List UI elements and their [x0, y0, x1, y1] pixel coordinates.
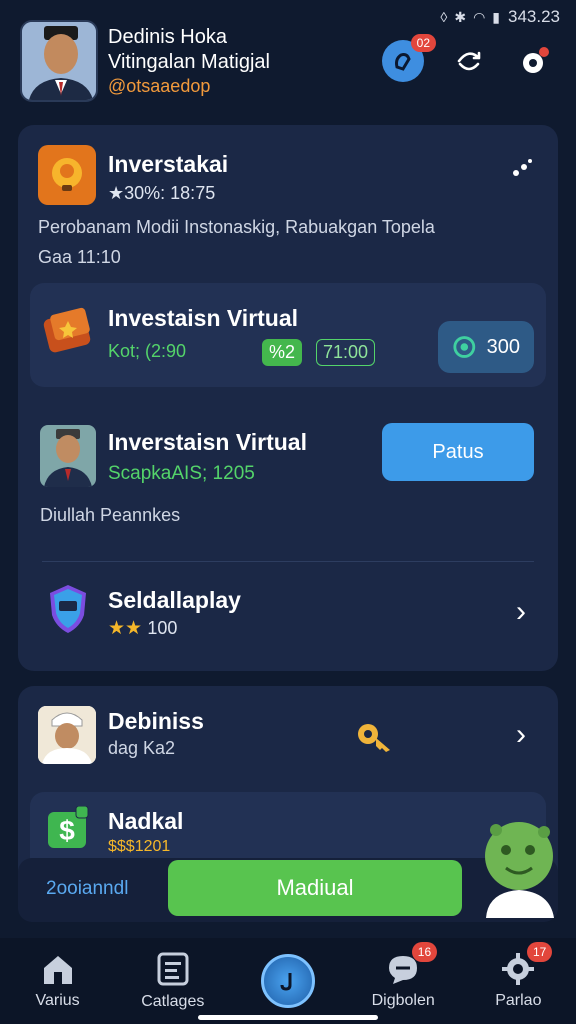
star-rating: ★★ — [108, 618, 143, 639]
investment-row[interactable]: Investaisn Virtual Kot; (2:90 %2 71:00 3… — [30, 283, 546, 387]
row2-sub: $$$1201 — [108, 838, 171, 855]
home-icon — [43, 956, 72, 984]
points-value: 300 — [486, 335, 520, 358]
row1-title: Debiniss — [108, 708, 204, 734]
mascot-icon[interactable] — [476, 812, 562, 923]
investment-title: Investaisn Virtual — [108, 305, 299, 331]
madiual-button[interactable]: Madiual — [168, 860, 462, 916]
notifications-button[interactable]: 02 — [382, 34, 436, 82]
record-button[interactable] — [514, 40, 556, 82]
timer-icon — [453, 336, 476, 358]
bulb-icon — [38, 145, 96, 205]
nav-item-categories[interactable]: Catlages — [125, 951, 221, 1011]
investment-pill-outline: 71:00 — [316, 339, 376, 366]
nav-item-center[interactable] — [240, 954, 336, 1008]
record-icon — [523, 47, 549, 73]
badge-meta: ★★ 100 — [108, 617, 177, 640]
nav-label-home: Varius — [35, 992, 80, 1009]
header-title-line1: Dedinis Hoka — [108, 25, 227, 48]
header-actions: 02 — [382, 34, 556, 82]
card-meta: Gaa 11:10 — [38, 247, 121, 267]
row1-sub: dag Ka2 — [108, 738, 176, 758]
share-icon — [457, 51, 481, 71]
avatar[interactable] — [20, 20, 98, 102]
header-text: Dedinis Hoka Vitingalan Matigjal @otsaae… — [108, 25, 270, 98]
profile-title: Inverstaisn Virtual — [108, 429, 307, 455]
nav-item-settings[interactable]: 17 Parlao — [470, 942, 566, 1010]
badge-title: Seldallaplay — [108, 587, 241, 613]
nav-item-home[interactable]: Varius — [10, 952, 106, 1010]
profile-sub: ScapkaAIS; 1205 — [108, 463, 255, 484]
card-title: Inverstakai — [108, 151, 229, 177]
investment-card: Inverstakai ★30%: 18:75 Perobanam Modii … — [18, 125, 558, 671]
nav-label-messages: Digbolen — [371, 992, 435, 1009]
profile-avatar — [40, 425, 96, 487]
card-rating: ★30%: 18:75 — [108, 183, 216, 203]
nav-badge-settings: 17 — [526, 942, 553, 962]
more-options-icon[interactable] — [510, 155, 536, 186]
center-action-icon — [260, 954, 315, 1008]
nav-item-messages[interactable]: 16 Digbolen — [355, 942, 451, 1010]
wallet-icon — [42, 303, 96, 360]
key-icon — [356, 720, 394, 759]
investment-pill: %2 — [262, 339, 303, 366]
user-handle: @otsaaedop — [108, 75, 211, 96]
patus-button[interactable]: Patus — [382, 423, 534, 481]
clipboard-icon — [157, 952, 189, 986]
header-title-line2: Vitingalan Matigjal — [108, 50, 270, 73]
share-button[interactable] — [448, 40, 490, 82]
profile-header: Dedinis Hoka Vitingalan Matigjal @otsaae… — [20, 18, 556, 104]
notification-badge: 02 — [410, 34, 436, 52]
chevron-right-icon[interactable]: › — [516, 595, 526, 629]
investment-sub: Kot; (2:90 — [108, 341, 187, 361]
bottom-left-label[interactable]: 2ooianndl — [46, 878, 128, 900]
row1-chevron-icon[interactable]: › — [516, 718, 526, 752]
debiniss-avatar — [38, 706, 96, 764]
card-description: Perobanam Modii Instonaskig, Rabuakgan T… — [38, 217, 435, 237]
profile-note: Diullah Peannkes — [40, 505, 181, 525]
nav-label-settings: Parlao — [495, 992, 542, 1009]
nav-label-categories: Catlages — [141, 993, 205, 1010]
bottom-navigation: Varius Catlages 16 Digbolen 17 Parlao — [0, 938, 576, 1024]
points-chip[interactable]: 300 — [438, 321, 534, 373]
bell-icon — [395, 53, 411, 71]
svg-text:$: $ — [59, 815, 75, 846]
row2-title: Nadkal — [108, 808, 184, 834]
shield-icon — [48, 583, 88, 640]
home-indicator[interactable] — [198, 1015, 378, 1020]
divider — [42, 561, 534, 562]
nav-badge-messages: 16 — [411, 942, 438, 962]
money-icon: $ — [46, 805, 90, 855]
badge-value: 100 — [147, 618, 178, 638]
